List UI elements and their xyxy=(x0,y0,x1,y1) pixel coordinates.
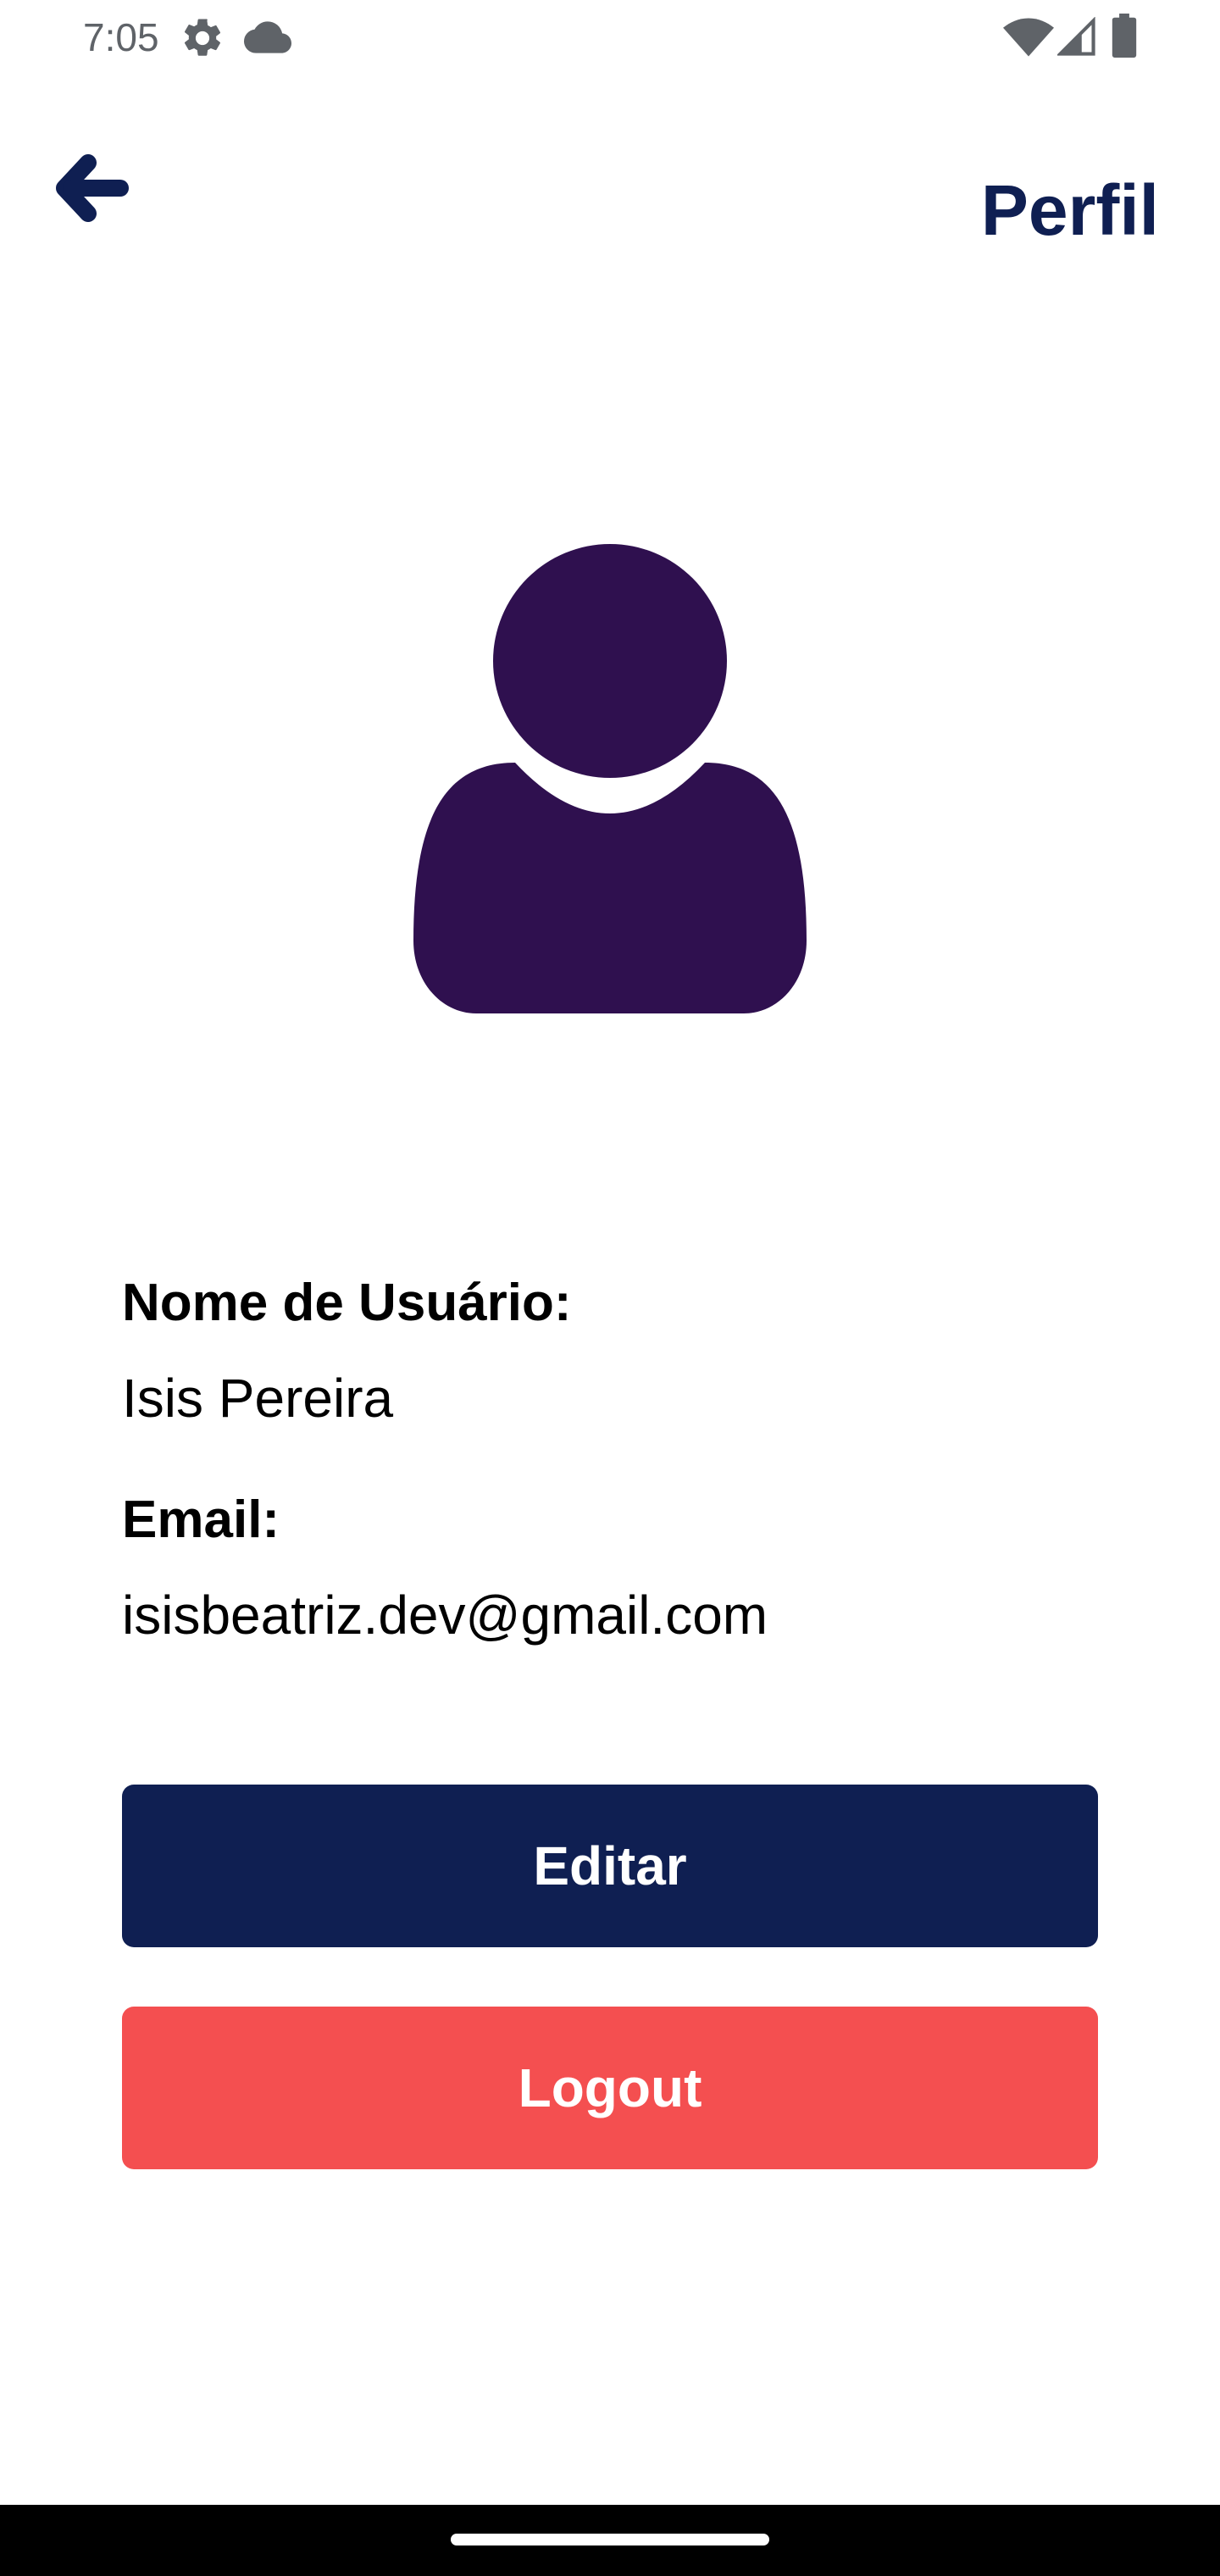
edit-button[interactable]: Editar xyxy=(122,1785,1098,1947)
username-label: Nome de Usuário: xyxy=(122,1274,572,1332)
back-button[interactable] xyxy=(47,144,141,237)
settings-gear-icon xyxy=(184,19,221,56)
username-value: Isis Pereira xyxy=(122,1368,394,1429)
home-indicator[interactable] xyxy=(451,2534,769,2545)
arrow-left-icon xyxy=(56,154,129,222)
status-bar: 7:05 xyxy=(0,0,1220,75)
wifi-icon xyxy=(1003,18,1054,57)
logout-button[interactable]: Logout xyxy=(122,2007,1098,2169)
navigation-bar xyxy=(0,2505,1220,2576)
status-time: 7:05 xyxy=(83,15,159,59)
user-silhouette-icon xyxy=(413,542,807,1013)
cloud-icon xyxy=(244,21,291,53)
email-label: Email: xyxy=(122,1491,280,1549)
battery-icon xyxy=(1112,14,1137,58)
cell-signal-icon xyxy=(1057,17,1095,56)
email-value: isisbeatriz.dev@gmail.com xyxy=(122,1585,768,1646)
page-title: Perfil xyxy=(980,170,1159,250)
